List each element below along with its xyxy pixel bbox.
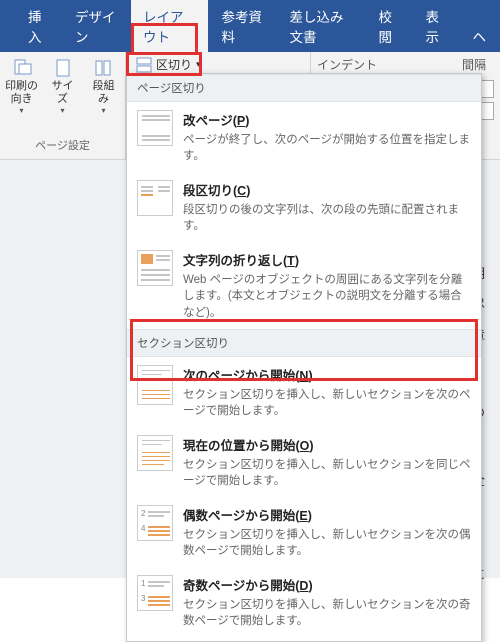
next-page-icon — [137, 365, 173, 405]
tab-mailings[interactable]: 差し込み文書 — [278, 0, 365, 52]
item-title: 偶数ページから開始(E) — [183, 505, 471, 524]
item-desc: セクション区切りを挿入し、新しいセクションを次の奇数ページで開始します。 — [183, 597, 471, 629]
even-page-icon: 2 4 — [137, 505, 173, 541]
text-wrap-icon — [137, 250, 173, 286]
item-title: 段区切り(C) — [183, 180, 471, 199]
item-page-break[interactable]: 改ページ(P) ページが終了し、次のページが開始する位置を指定します。 — [127, 102, 481, 172]
section-head-page-breaks: ページ区切り — [127, 74, 481, 102]
breaks-button[interactable]: 区切り ▾ — [130, 54, 302, 75]
continuous-icon — [137, 435, 173, 471]
size-button[interactable]: サイズ ▾ — [43, 56, 82, 117]
tab-design[interactable]: デザイン — [63, 0, 129, 52]
item-desc: セクション区切りを挿入し、新しいセクションを同じページで開始します。 — [183, 457, 471, 489]
item-title: 改ページ(P) — [183, 110, 471, 129]
tab-references[interactable]: 参考資料 — [210, 0, 276, 52]
item-title: 文字列の折り返し(T) — [183, 250, 471, 269]
tab-view[interactable]: 表示 — [414, 0, 459, 52]
group-page-setup: 印刷の 向き ▾ サイズ ▾ 段組み ▾ ページ設定 — [0, 52, 126, 159]
caret-down-icon: ▾ — [61, 106, 65, 115]
columns-button[interactable]: 段組み ▾ — [84, 56, 123, 117]
tab-help[interactable]: ヘ — [461, 20, 499, 52]
item-next-page[interactable]: 次のページから開始(N) セクション区切りを挿入し、新しいセクションを次のページ… — [127, 357, 481, 427]
odd-page-icon: 1 3 — [137, 575, 173, 611]
item-desc: 段区切りの後の文字列は、次の段の先頭に配置されます。 — [183, 202, 471, 234]
item-desc: セクション区切りを挿入し、新しいセクションを次の偶数ページで開始します。 — [183, 527, 471, 559]
caret-down-icon: ▾ — [20, 106, 24, 115]
group-label-page-setup: ページ設定 — [35, 137, 90, 157]
ribbon-tabs: 挿入 デザイン レイアウト 参考資料 差し込み文書 校閲 表示 ヘ — [0, 0, 500, 52]
item-column-break[interactable]: 段区切り(C) 段区切りの後の文字列は、次の段の先頭に配置されます。 — [127, 172, 481, 242]
item-even-page[interactable]: 2 4 偶数ページから開始(E) セクション区切りを挿入し、新しいセクションを次… — [127, 497, 481, 567]
item-title: 現在の位置から開始(O) — [183, 435, 471, 454]
spacing-heading: 間隔 — [462, 56, 486, 73]
columns-icon — [93, 58, 113, 78]
size-icon — [53, 58, 73, 78]
item-desc: セクション区切りを挿入し、新しいセクションを次のページで開始します。 — [183, 387, 471, 419]
breaks-icon — [136, 57, 152, 73]
item-title: 奇数ページから開始(D) — [183, 575, 471, 594]
caret-down-icon: ▾ — [196, 59, 201, 70]
indent-heading: インデント — [317, 56, 377, 73]
item-desc: Web ページのオブジェクトの周囲にある文字列を分離します。(本文とオブジェクト… — [183, 272, 471, 320]
item-desc: ページが終了し、次のページが開始する位置を指定します。 — [183, 132, 471, 164]
item-continuous[interactable]: 現在の位置から開始(O) セクション区切りを挿入し、新しいセクションを同じページ… — [127, 427, 481, 497]
caret-down-icon: ▾ — [101, 106, 105, 115]
section-head-section-breaks: セクション区切り — [127, 329, 481, 357]
orientation-button[interactable]: 印刷の 向き ▾ — [2, 56, 41, 117]
orientation-icon — [12, 58, 32, 78]
breaks-dropdown: ページ区切り 改ページ(P) ページが終了し、次のページが開始する位置を指定しま… — [126, 73, 482, 642]
page-break-icon — [137, 110, 173, 146]
item-title: 次のページから開始(N) — [183, 365, 471, 384]
item-text-wrap[interactable]: 文字列の折り返し(T) Web ページのオブジェクトの周囲にある文字列を分離しま… — [127, 242, 481, 328]
tab-layout[interactable]: レイアウト — [131, 0, 208, 52]
tab-review[interactable]: 校閲 — [367, 0, 412, 52]
tab-insert[interactable]: 挿入 — [16, 0, 61, 52]
column-break-icon — [137, 180, 173, 216]
